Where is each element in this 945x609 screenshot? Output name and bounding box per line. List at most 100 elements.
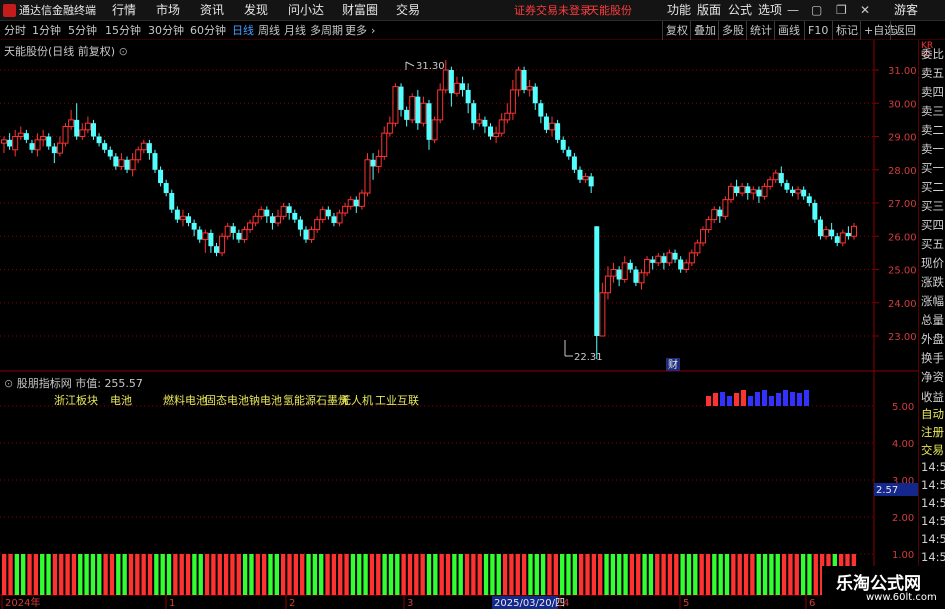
app-logo-icon <box>3 4 16 17</box>
close-icon[interactable]: ✕ <box>860 0 870 21</box>
login-status[interactable]: 证券交易未登录 <box>514 0 591 21</box>
strip-bar <box>648 554 654 595</box>
strip-bar <box>344 554 349 595</box>
menu-item-xuanxiang[interactable]: 选项 <box>758 0 782 21</box>
menubar: 通达信金融终端 行情 市场 资讯 发现 问小达 财富圈 交易 证券交易未登录 天… <box>0 0 945 21</box>
candle <box>292 209 298 223</box>
earnings-event-marker[interactable]: 财 <box>668 358 678 371</box>
menu-item-caifuquan[interactable]: 财富圈 <box>342 0 378 21</box>
candle <box>526 79 533 97</box>
menu-item-banmian[interactable]: 版面 <box>697 0 721 21</box>
period-multi[interactable]: 多周期 <box>310 21 343 40</box>
tool-diejia[interactable]: 叠加 <box>690 21 716 40</box>
strip-bar <box>300 554 305 595</box>
candle <box>772 169 779 184</box>
candle <box>560 136 566 154</box>
candle <box>778 166 784 187</box>
candle <box>102 139 108 154</box>
menu-item-shichang[interactable]: 市场 <box>156 0 180 21</box>
watermark-name: 乐淘公式网 <box>836 574 921 594</box>
candle <box>325 206 331 220</box>
candle <box>739 183 746 197</box>
strip-bar <box>509 554 514 595</box>
menu-item-wenxiaoda[interactable]: 问小达 <box>288 0 324 21</box>
candle <box>633 266 639 287</box>
period-more[interactable]: 更多 <box>345 21 367 40</box>
chart-title[interactable]: 天能股份(日线 前复权) ⊙ <box>4 43 128 59</box>
menu-item-gongshi[interactable]: 公式 <box>728 0 752 21</box>
chevron-down-icon[interactable]: ⊙ <box>119 45 128 58</box>
strip-bar <box>781 554 787 595</box>
menu-item-gongneng[interactable]: 功能 <box>667 0 691 21</box>
quote-field: 买五 <box>921 237 944 251</box>
menu-item-jiaoyi[interactable]: 交易 <box>396 0 420 21</box>
candle <box>431 116 438 144</box>
strip-bar <box>553 554 558 595</box>
strip-bar <box>566 554 571 595</box>
tool-duogu[interactable]: 多股 <box>718 21 744 40</box>
period-monthly[interactable]: 月线 <box>284 21 306 40</box>
candle <box>493 126 500 144</box>
strip-bar <box>547 554 552 595</box>
period-15min[interactable]: 15分钟 <box>105 21 141 40</box>
tool-fuquan[interactable]: 复权 <box>662 21 688 40</box>
kline-chart[interactable]: 31.0030.0029.0028.0027.0026.0025.0024.00… <box>0 40 945 609</box>
candle <box>734 179 740 197</box>
strip-bar <box>147 554 153 595</box>
quote-field: 14:5 <box>921 532 945 546</box>
strip-bar <box>464 554 470 595</box>
strip-bar <box>306 554 311 595</box>
menu-item-hangqing[interactable]: 行情 <box>112 0 136 21</box>
candle <box>68 109 75 130</box>
candle <box>521 66 527 94</box>
candle <box>84 116 91 134</box>
period-30min[interactable]: 30分钟 <box>148 21 184 40</box>
candle <box>386 116 393 137</box>
candle <box>610 262 617 283</box>
strip-bar <box>230 554 235 595</box>
candle <box>498 113 505 137</box>
guest-button[interactable]: 游客 <box>894 0 918 21</box>
strip-bar <box>680 554 685 595</box>
strip-bar <box>33 554 39 595</box>
candle <box>152 149 158 174</box>
strip-bar <box>579 554 584 595</box>
tool-biaoji[interactable]: 标记 <box>832 21 858 40</box>
period-weekly[interactable]: 周线 <box>258 21 280 40</box>
period-daily[interactable]: 日线 <box>232 21 254 40</box>
tool-tongji[interactable]: 统计 <box>746 21 772 40</box>
period-5min[interactable]: 5分钟 <box>68 21 97 40</box>
candle <box>7 133 13 150</box>
tool-back[interactable]: 返回 <box>890 21 916 40</box>
menu-item-faxian[interactable]: 发现 <box>244 0 268 21</box>
indicator-toggle-icon[interactable]: ⊙ <box>4 377 13 390</box>
candle <box>644 256 651 277</box>
candle <box>700 226 707 247</box>
candle <box>107 146 113 160</box>
price-tick-label: 26.00 <box>888 232 917 243</box>
candle <box>336 209 343 227</box>
maximize-icon[interactable]: ▢ <box>811 0 822 21</box>
indicator-bar <box>727 396 732 406</box>
strip-bar <box>2 554 7 595</box>
strip-bar <box>762 554 768 595</box>
tool-huaxian[interactable]: 画线 <box>774 21 800 40</box>
minimize-icon[interactable]: — <box>787 0 799 21</box>
strip-bar <box>756 554 761 595</box>
candle <box>555 119 561 144</box>
period-60min[interactable]: 60分钟 <box>190 21 226 40</box>
menu-item-zixun[interactable]: 资讯 <box>200 0 224 21</box>
strip-bar <box>255 554 260 595</box>
date-tick-label: 1 <box>169 598 175 609</box>
tool-f10[interactable]: F10 <box>804 21 828 40</box>
candle <box>604 266 611 300</box>
market-value-label: 市值: <box>75 377 101 390</box>
period-1min[interactable]: 1分钟 <box>32 21 61 40</box>
chevron-right-icon[interactable]: › <box>371 21 375 40</box>
period-fenshi[interactable]: 分时 <box>4 21 26 40</box>
price-tick-label: 30.00 <box>888 99 917 110</box>
restore-icon[interactable]: ❐ <box>836 0 847 21</box>
strip-bar <box>293 554 299 595</box>
indicator-title[interactable]: ⊙ 股朋指标网 市值: 255.57 <box>4 375 143 391</box>
strip-bar <box>388 554 394 595</box>
